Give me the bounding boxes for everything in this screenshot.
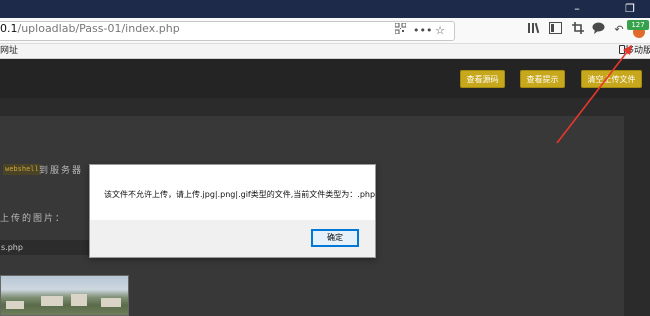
bookmark-sites[interactable]: 网址 [0,44,18,58]
address-bar[interactable]: 0.1/uploadlab/Pass-01/index.php ••• ☆ [0,21,455,41]
chat-icon[interactable] [590,22,606,38]
minimize-icon[interactable]: – [566,0,588,18]
browser-toolbar: 0.1/uploadlab/Pass-01/index.php ••• ☆ ↶ … [0,18,650,44]
url-text: 0.1/uploadlab/Pass-01/index.php [0,22,180,35]
bookmark-mobile[interactable]: 移动版 [619,44,650,58]
clear-upload-button[interactable]: 清空上传文件 [581,70,642,88]
bookmark-mobile-label: 移动版 [625,46,650,56]
extension-badge: 127 [627,20,649,30]
file-name-strip: s.php [0,240,95,255]
crop-icon[interactable] [570,22,586,38]
bookmarks-bar: 网址 移动版 [0,44,650,59]
undo-icon[interactable]: ↶ [611,22,627,38]
more-dots-icon[interactable]: ••• [413,23,432,39]
uploaded-image-label: 上传的图片： [0,214,67,224]
sidebar-icon[interactable] [547,22,563,38]
url-path: /uploadlab/Pass-01/index.php [17,22,180,35]
qr-code-icon[interactable] [392,22,408,39]
view-source-button[interactable]: 查看源码 [460,70,505,88]
star-icon[interactable]: ☆ [432,23,448,39]
uploaded-image-thumbnail [0,275,129,316]
url-host: 0.1 [0,22,18,35]
view-hint-button[interactable]: 查看提示 [520,70,565,88]
dialog-ok-button[interactable]: 确定 [311,229,359,247]
restore-icon[interactable]: ❐ [619,0,641,18]
library-icon[interactable] [526,22,542,38]
dialog-body: 该文件不允许上传，请上传.jpg|.png|.gif类型的文件,当前文件类型为：… [90,165,375,220]
upload-instruction: 到服务器 [39,166,84,176]
window-titlebar: – ❐ [0,0,650,18]
alert-dialog: 该文件不允许上传，请上传.jpg|.png|.gif类型的文件,当前文件类型为：… [89,164,376,258]
dialog-message: 该文件不允许上传，请上传.jpg|.png|.gif类型的文件,当前文件类型为：… [104,190,376,199]
webshell-code-tag: webshell [3,164,41,175]
